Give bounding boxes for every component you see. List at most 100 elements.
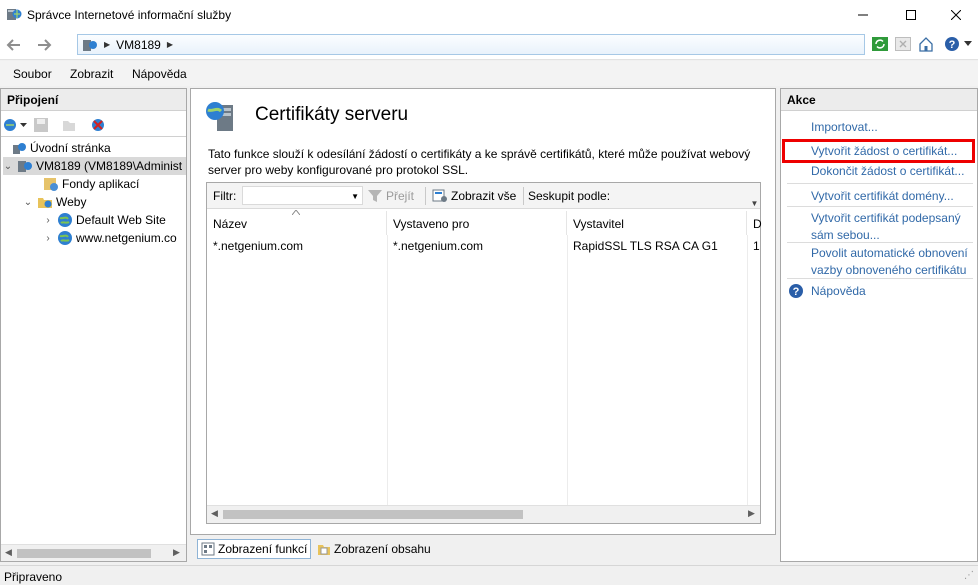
create-domain-cert-link[interactable]: Vytvořit certifikát domény... (811, 188, 954, 205)
address-field[interactable]: ▶ VM8189 ▶ (77, 34, 865, 55)
scroll-thumb[interactable] (17, 549, 151, 558)
complete-request-link[interactable]: Dokončit žádost o certifikát... (811, 163, 964, 180)
minimize-icon (858, 14, 868, 16)
menu-bar: Soubor Zobrazit Nápověda (0, 61, 978, 86)
certificate-server-icon (206, 102, 233, 131)
menu-soubor[interactable]: Soubor (13, 67, 52, 81)
column-header-name[interactable]: Název (207, 210, 387, 235)
connections-toolbar (1, 113, 186, 137)
tree-item-label: Weby (56, 195, 87, 209)
column-header-issuer[interactable]: Vystavitel (567, 211, 747, 235)
svg-text:?: ? (793, 286, 800, 298)
iis-manager-icon (7, 9, 22, 20)
grid-horizontal-scrollbar[interactable]: ◀ ▶ (207, 505, 760, 523)
server-icon (18, 161, 32, 172)
separator (787, 183, 973, 184)
import-link[interactable]: Importovat... (811, 119, 878, 136)
help-link[interactable]: Nápověda (811, 283, 866, 300)
tree-item-app-pools[interactable]: Fondy aplikací (43, 175, 139, 193)
show-all-icon (432, 189, 447, 202)
tab-content-view[interactable]: Zobrazení obsahu (314, 539, 434, 559)
tree-item-sites[interactable]: ⌄ Weby (23, 193, 87, 211)
minimize-button[interactable] (840, 0, 886, 30)
up-icon[interactable] (61, 117, 77, 133)
filter-label: Filtr: (213, 189, 237, 203)
help-icon[interactable]: ? (943, 35, 961, 53)
chevron-down-icon[interactable]: ⌄ (23, 197, 33, 208)
connections-tree: Úvodní stránka ⌄ VM8189 (VM8189\Administ… (1, 139, 186, 541)
chevron-left-icon[interactable]: ◀ (211, 508, 218, 519)
window-title: Správce Internetové informační služby (27, 8, 232, 22)
resize-grip-icon[interactable]: ⋰ (964, 570, 974, 581)
filter-toolbar: Filtr: ▼ Přejít Zobrazit vše Seskupit po… (207, 183, 760, 209)
help-icon: ? (789, 284, 803, 298)
app-pools-icon (44, 178, 58, 191)
forward-arrow-icon (38, 39, 52, 51)
chevron-down-icon[interactable] (962, 35, 974, 53)
chevron-right-icon[interactable]: ▶ (748, 508, 755, 519)
start-page-icon (13, 143, 26, 154)
create-self-signed-link[interactable]: Vytvořit certifikát podepsaný sám sebou.… (811, 210, 971, 244)
go-label: Přejít (386, 189, 415, 203)
tree-item-netgenium[interactable]: › www.netgenium.co (43, 229, 177, 247)
close-button[interactable] (933, 0, 978, 30)
separator (787, 206, 973, 207)
status-text: Připraveno (4, 570, 63, 584)
enable-auto-renew-link[interactable]: Povolit automatické obnovení vazby obnov… (811, 245, 976, 279)
tree-item-default-web-site[interactable]: › Default Web Site (43, 211, 166, 229)
chevron-right-icon[interactable]: ▶ (173, 547, 180, 558)
features-view-icon (201, 542, 215, 556)
connect-icon[interactable] (3, 117, 19, 133)
home-icon[interactable] (917, 35, 935, 53)
column-header-issued-to[interactable]: Vystaveno pro (387, 211, 567, 235)
chevron-down-icon[interactable]: ▼ (749, 199, 760, 209)
cell-name[interactable]: *.netgenium.com (213, 239, 303, 253)
back-button[interactable] (2, 34, 26, 56)
maximize-button[interactable] (888, 0, 934, 30)
forward-button[interactable] (32, 34, 56, 56)
maximize-icon (906, 10, 916, 20)
refresh-icon[interactable] (871, 35, 889, 53)
go-button[interactable]: Přejít (367, 186, 414, 206)
close-icon (951, 10, 961, 20)
save-icon[interactable] (33, 117, 49, 133)
cell-issued-to[interactable]: *.netgenium.com (393, 239, 483, 253)
chevron-left-icon[interactable]: ◀ (5, 547, 12, 558)
filter-input[interactable]: ▼ (242, 186, 363, 205)
group-by-label[interactable]: Seskupit podle: (528, 189, 610, 203)
back-arrow-icon (6, 39, 20, 51)
tab-features-view[interactable]: Zobrazení funkcí (197, 539, 312, 559)
show-all-label: Zobrazit vše (451, 189, 517, 203)
chevron-right-icon: ▶ (104, 40, 111, 49)
svg-text:?: ? (949, 39, 956, 51)
filter-funnel-icon (368, 190, 382, 202)
stop-icon[interactable] (894, 35, 912, 53)
menu-napoveda[interactable]: Nápověda (132, 67, 187, 81)
tree-item-label: www.netgenium.co (76, 231, 177, 245)
disconnect-icon[interactable] (90, 117, 106, 133)
chevron-down-icon[interactable] (20, 123, 27, 128)
column-divider (747, 235, 748, 505)
column-divider (567, 235, 568, 505)
chevron-down-icon[interactable]: ▼ (351, 192, 359, 201)
page-description: Tato funkce slouží k odesílání žádostí o… (208, 147, 751, 177)
column-header-date[interactable]: D (747, 211, 762, 235)
show-all-button[interactable]: Zobrazit vše (432, 186, 516, 206)
chevron-right-icon[interactable]: ▶ (167, 40, 173, 49)
cell-date[interactable]: 1: (753, 239, 760, 253)
horizontal-scrollbar[interactable]: ◀ ▶ (1, 544, 186, 561)
chevron-right-icon[interactable]: › (43, 215, 53, 226)
cell-issuer[interactable]: RapidSSL TLS RSA CA G1 (573, 239, 718, 253)
scroll-thumb[interactable] (223, 510, 523, 519)
tree-item-start-page[interactable]: Úvodní stránka (11, 139, 111, 157)
chevron-right-icon[interactable]: › (43, 233, 53, 244)
separator (787, 242, 973, 243)
tree-item-server[interactable]: ⌄ VM8189 (VM8189\Administ (3, 157, 186, 175)
actions-header: Akce (781, 89, 977, 111)
chevron-down-icon[interactable]: ⌄ (3, 161, 13, 172)
menu-zobrazit[interactable]: Zobrazit (70, 67, 113, 81)
column-divider (387, 235, 388, 505)
content-view-icon (318, 545, 330, 555)
tree-item-label: Úvodní stránka (30, 141, 111, 155)
breadcrumb-server[interactable]: VM8189 (116, 38, 161, 52)
